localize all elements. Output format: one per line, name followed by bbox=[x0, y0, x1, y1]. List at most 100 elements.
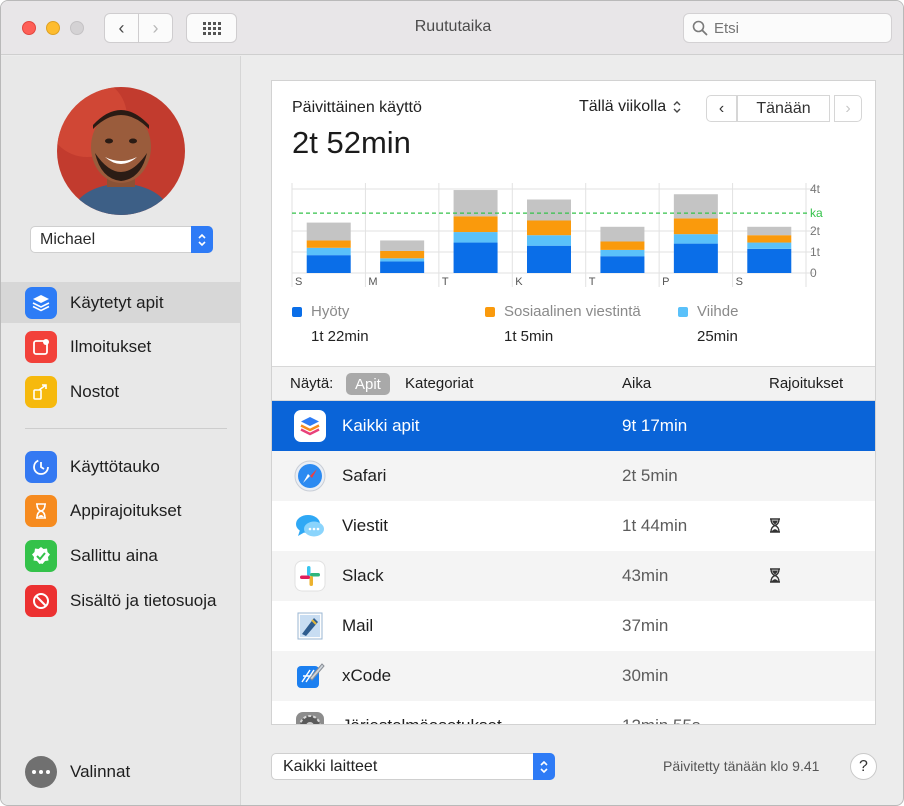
legend-swatch bbox=[292, 306, 302, 317]
system-prefs-icon bbox=[294, 710, 326, 724]
user-select[interactable]: Michael bbox=[30, 226, 213, 253]
sidebar-item-label: Sisältö ja tietosuoja bbox=[70, 590, 217, 610]
tab-categories[interactable]: Kategoriat bbox=[405, 375, 473, 392]
bar-segment bbox=[380, 258, 425, 262]
sidebar-item-notifications[interactable]: Ilmoitukset bbox=[1, 326, 240, 367]
slack-icon bbox=[294, 560, 326, 592]
help-button[interactable]: ? bbox=[850, 753, 877, 780]
sidebar-item-label: Nostot bbox=[70, 381, 120, 401]
bar-segment bbox=[673, 243, 718, 273]
last-updated-text: Päivitetty tänään klo 9.41 bbox=[663, 758, 820, 774]
table-row[interactable]: Safari 2t 5min bbox=[272, 451, 875, 501]
avatar[interactable] bbox=[57, 87, 185, 215]
search-icon bbox=[692, 20, 708, 36]
legend-item: Hyöty bbox=[292, 303, 349, 320]
xcode-icon bbox=[294, 660, 326, 692]
today-button[interactable]: Tänään bbox=[737, 95, 830, 122]
bar-segment bbox=[600, 241, 645, 250]
app-name: Viestit bbox=[342, 516, 388, 535]
sidebar-item-app-usage[interactable]: Käytetyt apit bbox=[1, 282, 240, 323]
app-list: Kaikki apit 9t 17min Safari 2t 5min Vies… bbox=[272, 401, 875, 724]
sidebar-item-downtime[interactable]: Käyttötauko bbox=[1, 446, 240, 487]
table-row[interactable]: Viestit 1t 44min bbox=[272, 501, 875, 551]
main-panel: Päivittäinen käyttö 2t 52min Tällä viiko… bbox=[271, 80, 876, 725]
layers-icon bbox=[25, 286, 57, 319]
sidebar-item-always-allowed[interactable]: Sallittu aina bbox=[1, 535, 240, 576]
legend-label: Sosiaalinen viestintä bbox=[504, 303, 641, 320]
x-tick-label: T bbox=[589, 276, 596, 288]
safari-icon bbox=[294, 460, 326, 492]
table-row[interactable]: Järjestelmäasetukset 12min 55s bbox=[272, 701, 875, 724]
devices-select[interactable]: Kaikki laitteet bbox=[271, 753, 555, 780]
legend-value: 1t 5min bbox=[504, 328, 554, 345]
updown-chevron-icon bbox=[673, 101, 681, 113]
x-tick-label: T bbox=[442, 276, 449, 288]
table-row[interactable]: Slack 43min bbox=[272, 551, 875, 601]
y-tick-label: 2t bbox=[810, 224, 821, 238]
hourglass-icon bbox=[770, 568, 780, 583]
range-select[interactable]: Tällä viikolla bbox=[579, 98, 683, 116]
options-label: Valinnat bbox=[70, 762, 131, 781]
app-time: 1t 44min bbox=[622, 516, 688, 535]
downtime-icon bbox=[25, 450, 57, 483]
checkmark-badge-icon bbox=[25, 539, 57, 572]
legend-value: 1t 22min bbox=[311, 328, 369, 345]
sidebar-item-app-limits[interactable]: Appirajoitukset bbox=[1, 490, 240, 531]
tab-apps[interactable]: Apit bbox=[346, 373, 390, 395]
sidebar-item-label: Sallittu aina bbox=[70, 545, 158, 565]
updown-chevron-icon bbox=[191, 226, 213, 253]
bar-segment bbox=[306, 247, 351, 256]
app-time: 30min bbox=[622, 666, 669, 685]
bar-segment bbox=[306, 222, 351, 241]
sidebar-item-label: Käyttötauko bbox=[70, 456, 160, 476]
chevron-right-icon: › bbox=[845, 99, 851, 117]
bar-segment bbox=[747, 242, 792, 249]
bar-segment bbox=[673, 234, 718, 244]
search-input[interactable] bbox=[714, 19, 874, 37]
app-name: Kaikki apit bbox=[342, 416, 420, 435]
title-bar: ‹ › Ruututaika bbox=[1, 1, 903, 55]
hourglass-icon bbox=[770, 518, 780, 533]
table-row[interactable]: xCode 30min bbox=[272, 651, 875, 701]
usage-total: 2t 52min bbox=[292, 125, 411, 160]
y-tick-label: 1t bbox=[810, 245, 821, 259]
table-row[interactable]: Kaikki apit 9t 17min bbox=[272, 401, 875, 451]
bar-segment bbox=[527, 245, 571, 273]
bar-segment bbox=[527, 220, 571, 236]
sidebar: Michael Käytetyt apit Ilmoitukset Nostot bbox=[1, 56, 241, 805]
sidebar-divider bbox=[25, 428, 227, 429]
devices-select-value: Kaikki laitteet bbox=[283, 757, 378, 775]
bar-segment bbox=[453, 232, 498, 243]
bar-segment bbox=[306, 255, 351, 273]
legend-label: Viihde bbox=[697, 303, 739, 320]
pickup-icon bbox=[25, 375, 57, 408]
messages-icon bbox=[294, 510, 326, 542]
usage-chart: S M T K T P Ska 0 1t 2t 4t bbox=[291, 182, 823, 288]
updown-chevron-icon bbox=[533, 753, 555, 780]
legend-label: Hyöty bbox=[311, 303, 350, 320]
bar-segment bbox=[380, 261, 425, 273]
app-window: ‹ › Ruututaika Etsi Michael Käytetyt api… bbox=[0, 0, 904, 806]
bar-segment bbox=[747, 226, 792, 236]
bar-segment bbox=[673, 218, 718, 235]
app-name: xCode bbox=[342, 666, 392, 685]
options-button[interactable]: Valinnat bbox=[25, 756, 130, 788]
app-time: 2t 5min bbox=[622, 466, 678, 485]
show-label: Näytä: bbox=[290, 375, 334, 392]
app-name: Safari bbox=[342, 466, 387, 485]
sidebar-item-label: Ilmoitukset bbox=[70, 336, 152, 356]
table-row[interactable]: Mail 37min bbox=[272, 601, 875, 651]
bar-segment bbox=[600, 249, 645, 257]
bar-segment bbox=[527, 199, 571, 221]
column-header-limits[interactable]: Rajoitukset bbox=[769, 375, 843, 392]
sidebar-item-pickups[interactable]: Nostot bbox=[1, 371, 240, 412]
bar-segment bbox=[673, 194, 718, 219]
next-period-button[interactable]: › bbox=[834, 95, 862, 122]
previous-period-button[interactable]: ‹ bbox=[706, 95, 737, 122]
bar-segment bbox=[380, 250, 425, 259]
y-tick-label: 4t bbox=[810, 182, 821, 196]
search-field[interactable] bbox=[683, 13, 892, 43]
sidebar-item-content-privacy[interactable]: Sisältö ja tietosuoja bbox=[1, 580, 240, 621]
column-header-time[interactable]: Aika bbox=[622, 375, 651, 392]
x-tick-label: S bbox=[736, 276, 743, 288]
